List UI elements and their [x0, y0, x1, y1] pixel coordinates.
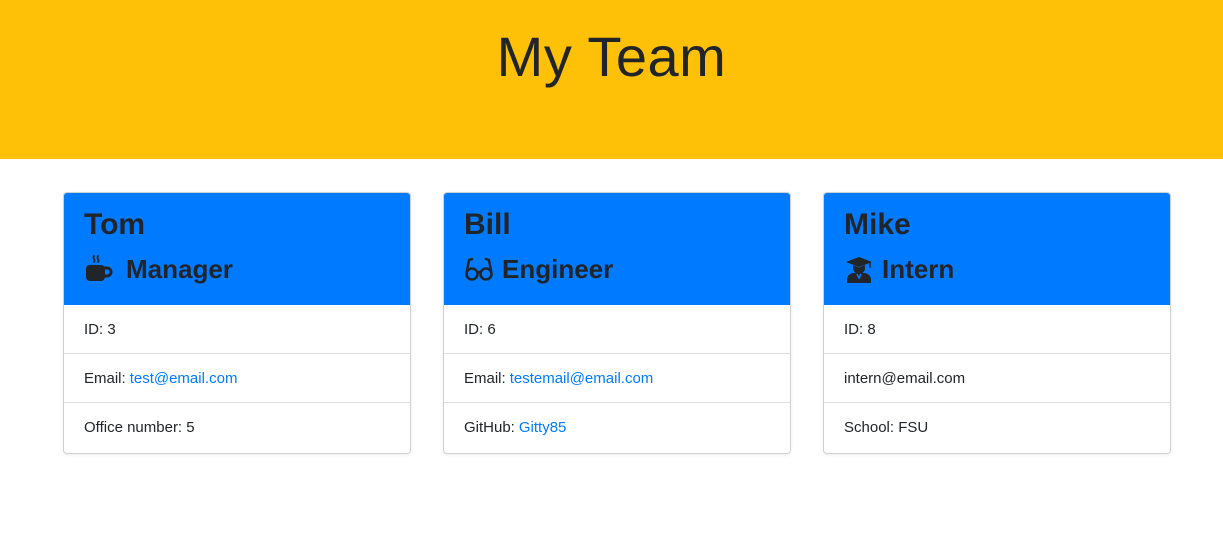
employee-role: Engineer	[464, 253, 613, 285]
id-text: ID: 3	[84, 320, 116, 338]
employee-role: Manager	[84, 253, 233, 285]
school-row: School: FSU	[824, 403, 1170, 452]
glasses-icon	[464, 254, 494, 284]
office-number-text: Office number: 5	[84, 419, 195, 436]
role-label: Engineer	[502, 253, 614, 284]
id-row: ID: 8	[824, 305, 1170, 354]
employee-card-intern: Mike Intern ID: 8 intern@email.com Schoo…	[823, 192, 1171, 454]
card-header: Mike Intern	[824, 193, 1170, 305]
info-list: ID: 6 Email: testemail@email.com GitHub:…	[444, 305, 790, 452]
employee-card-manager: Tom Manager ID: 3 Email: test@email.com …	[63, 192, 411, 454]
email-row: Email: test@email.com	[64, 354, 410, 403]
github-row: GitHub: Gitty85	[444, 403, 790, 452]
info-list: ID: 8 intern@email.com School: FSU	[824, 305, 1170, 452]
email-label: Email:	[464, 369, 506, 387]
role-label: Manager	[126, 253, 233, 284]
school-text: School: FSU	[844, 419, 929, 436]
email-row: Email: testemail@email.com	[444, 354, 790, 403]
graduate-icon	[844, 254, 874, 284]
id-row: ID: 6	[444, 305, 790, 354]
card-header: Bill Engineer	[444, 193, 790, 305]
email-row: intern@email.com	[824, 354, 1170, 403]
info-list: ID: 3 Email: test@email.com Office numbe…	[64, 305, 410, 452]
id-row: ID: 3	[64, 305, 410, 354]
office-number-row: Office number: 5	[64, 403, 410, 452]
page-title: My Team	[496, 25, 727, 88]
header-banner: My Team	[0, 0, 1223, 159]
email-link[interactable]: test@email.com	[130, 370, 238, 387]
card-header: Tom Manager	[64, 193, 410, 305]
github-label: GitHub:	[464, 419, 515, 436]
employee-name: Bill	[464, 208, 511, 241]
coffee-mug-icon	[84, 254, 114, 284]
role-label: Intern	[882, 253, 955, 284]
email-label: Email:	[84, 369, 126, 387]
employee-name: Tom	[84, 208, 146, 241]
employee-card-engineer: Bill Engineer ID: 6 Email: testemail@ema…	[443, 192, 791, 454]
email-link[interactable]: testemail@email.com	[510, 370, 654, 387]
employee-name: Mike	[844, 208, 911, 241]
employee-role: Intern	[844, 253, 954, 285]
github-link[interactable]: Gitty85	[519, 419, 567, 436]
id-text: ID: 6	[464, 320, 496, 338]
email-text: intern@email.com	[844, 369, 966, 387]
id-text: ID: 8	[844, 320, 876, 338]
